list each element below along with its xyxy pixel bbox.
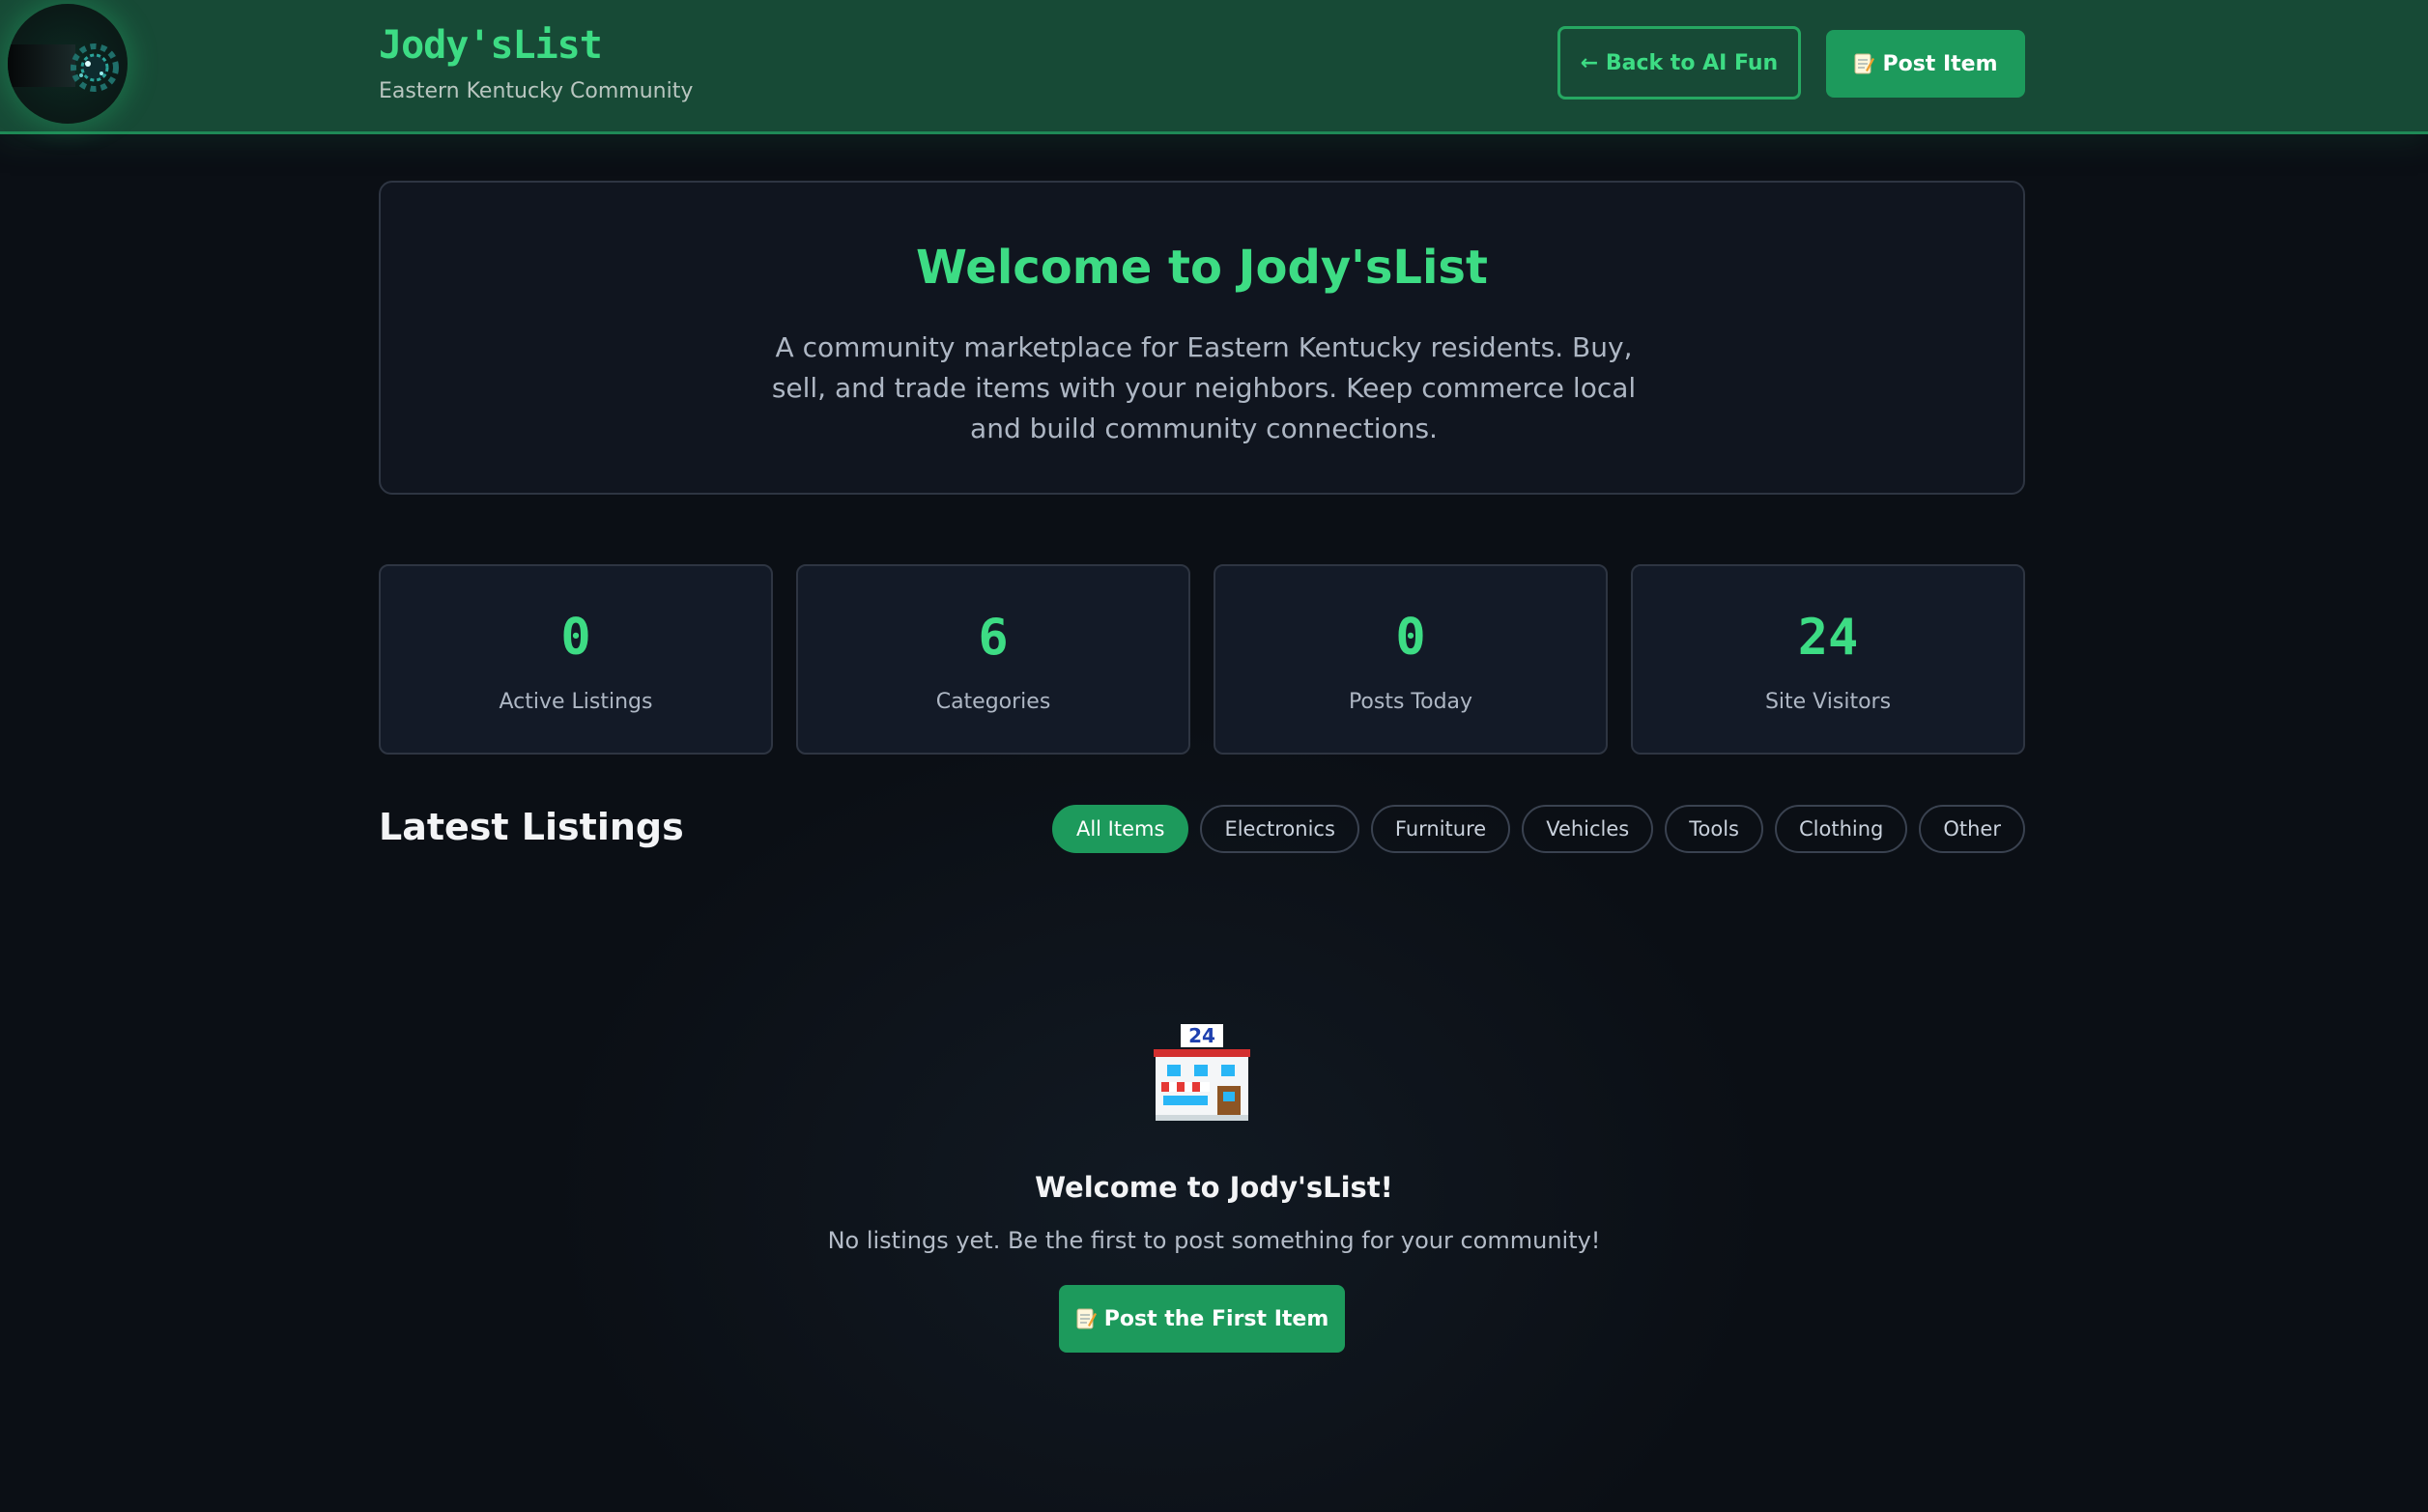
- latest-listings-title: Latest Listings: [379, 806, 684, 848]
- empty-state-title: Welcome to Jody'sList!: [1035, 1171, 1393, 1204]
- stat-value: 0: [560, 609, 591, 667]
- post-item-button[interactable]: Post Item: [1826, 30, 2025, 98]
- filter-electronics[interactable]: Electronics: [1200, 805, 1359, 853]
- brand-subtitle: Eastern Kentucky Community: [379, 79, 694, 103]
- site-header: Jody'sList Eastern Kentucky Community ← …: [0, 0, 2428, 134]
- stat-label: Active Listings: [499, 690, 653, 714]
- post-item-label: Post Item: [1882, 51, 1998, 76]
- filter-clothing[interactable]: Clothing: [1774, 805, 1908, 853]
- brand-title[interactable]: Jody'sList: [379, 23, 603, 68]
- post-first-item-button[interactable]: Post the First Item: [1059, 1285, 1345, 1353]
- stat-value: 0: [1395, 609, 1426, 667]
- filter-furniture[interactable]: Furniture: [1370, 805, 1511, 853]
- stat-card-site-visitors: 24 Site Visitors: [1631, 564, 2025, 755]
- category-filters: All Items Electronics Furniture Vehicles…: [1051, 805, 2025, 853]
- stat-label: Posts Today: [1348, 690, 1473, 714]
- memo-icon: [1854, 53, 1875, 74]
- empty-state-description: No listings yet. Be the first to post so…: [827, 1227, 1601, 1254]
- memo-icon: [1076, 1308, 1097, 1329]
- stat-card-active-listings: 0 Active Listings: [379, 564, 773, 755]
- store-sign-text: 24: [1188, 1024, 1215, 1047]
- hero-title: Welcome to Jody'sList: [916, 241, 1488, 295]
- filter-tools[interactable]: Tools: [1665, 805, 1763, 853]
- post-first-item-label: Post the First Item: [1103, 1306, 1329, 1331]
- welcome-hero: Welcome to Jody'sList A community market…: [379, 181, 2025, 495]
- stat-label: Site Visitors: [1764, 690, 1892, 714]
- stat-value: 24: [1797, 609, 1859, 667]
- stat-card-posts-today: 0 Posts Today: [1214, 564, 1608, 755]
- hero-description: A community marketplace for Eastern Kent…: [771, 331, 1637, 444]
- stat-label: Categories: [935, 690, 1051, 714]
- stat-card-categories: 6 Categories: [796, 564, 1190, 755]
- back-button-label: ← Back to AI Fun: [1580, 50, 1779, 75]
- filter-all-items[interactable]: All Items: [1051, 805, 1189, 853]
- logo[interactable]: [8, 4, 128, 124]
- back-to-ai-fun-button[interactable]: ← Back to AI Fun: [1557, 26, 1801, 100]
- convenience-store-icon: 24: [1154, 1024, 1250, 1121]
- logo-orb-icon: [71, 43, 119, 92]
- filter-vehicles[interactable]: Vehicles: [1522, 805, 1654, 853]
- stat-value: 6: [978, 609, 1009, 667]
- filter-other[interactable]: Other: [1919, 805, 2025, 853]
